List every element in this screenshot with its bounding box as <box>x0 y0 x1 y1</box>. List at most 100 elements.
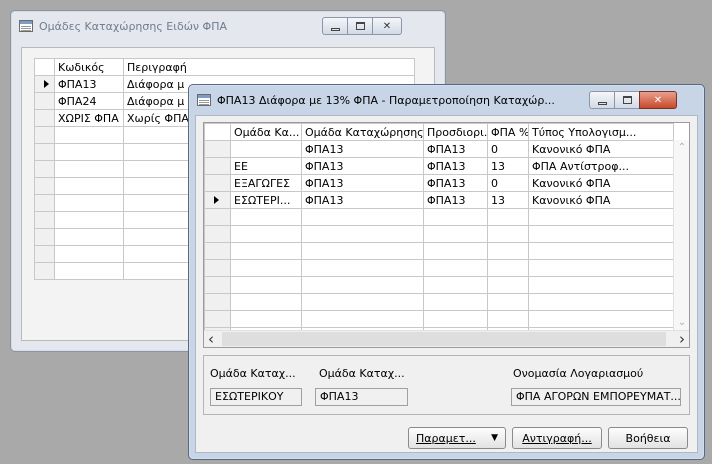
scroll-up-icon[interactable]: ⌃ <box>674 142 689 153</box>
empty-row[interactable] <box>204 208 674 226</box>
empty-row[interactable] <box>204 259 674 277</box>
horizontal-scrollbar[interactable]: ‹ › <box>204 330 689 347</box>
empty-row[interactable] <box>204 310 674 328</box>
row-selector[interactable] <box>204 225 231 243</box>
empty-cell[interactable] <box>230 293 302 311</box>
empty-cell[interactable] <box>54 177 124 195</box>
cell-product-group[interactable]: ΦΠΑ13 <box>301 157 424 175</box>
cell-vat-percent[interactable]: 13 <box>487 191 529 209</box>
row-selector[interactable] <box>34 177 55 195</box>
empty-cell[interactable] <box>487 310 529 328</box>
empty-row[interactable] <box>204 242 674 260</box>
row-selector[interactable] <box>204 242 231 260</box>
close-button[interactable]: ✕ <box>639 91 677 109</box>
maximize-button[interactable] <box>614 91 640 109</box>
row-selector[interactable] <box>34 92 55 110</box>
empty-cell[interactable] <box>301 310 424 328</box>
cell-identifier[interactable]: ΦΠΑ13 <box>423 157 488 175</box>
table-row[interactable]: ΕΕ ΦΠΑ13 ΦΠΑ13 13 ΦΠΑ Αντίστροφ... <box>204 157 674 175</box>
row-selector[interactable] <box>204 191 231 209</box>
table-row[interactable]: ΕΣΩΤΕΡΙ... ΦΠΑ13 ΦΠΑ13 13 Κανονικό ΦΠΑ <box>204 191 674 209</box>
column-header-product-group[interactable]: Ομάδα Καταχώρησης Ειδών... <box>301 123 424 141</box>
scroll-right-icon[interactable]: › <box>679 331 685 347</box>
empty-cell[interactable] <box>54 194 124 212</box>
empty-cell[interactable] <box>301 242 424 260</box>
cell-business-group[interactable] <box>230 140 302 158</box>
empty-cell[interactable] <box>487 242 529 260</box>
cell-business-group[interactable]: ΕΞΑΓΩΓΕΣ <box>230 174 302 192</box>
empty-cell[interactable] <box>54 228 124 246</box>
empty-cell[interactable] <box>230 276 302 294</box>
column-header-identifier[interactable]: Προσδιορι... <box>423 123 488 141</box>
scroll-down-icon[interactable]: ⌄ <box>674 317 689 328</box>
row-selector[interactable] <box>34 194 55 212</box>
empty-cell[interactable] <box>423 225 488 243</box>
empty-cell[interactable] <box>487 208 529 226</box>
row-selector[interactable] <box>34 228 55 246</box>
empty-cell[interactable] <box>54 126 124 144</box>
row-selector[interactable] <box>204 310 231 328</box>
cell-vat-percent[interactable]: 0 <box>487 174 529 192</box>
column-header-description[interactable]: Περιγραφή <box>123 58 415 76</box>
empty-cell[interactable] <box>487 225 529 243</box>
empty-cell[interactable] <box>301 259 424 277</box>
help-button[interactable]: Βοήθεια <box>608 427 688 449</box>
empty-cell[interactable] <box>528 225 674 243</box>
empty-cell[interactable] <box>423 242 488 260</box>
cell-identifier[interactable]: ΦΠΑ13 <box>423 174 488 192</box>
row-selector[interactable] <box>204 259 231 277</box>
empty-cell[interactable] <box>230 242 302 260</box>
cell-calculation-type[interactable]: ΦΠΑ Αντίστροφ... <box>528 157 674 175</box>
params-menu-button[interactable]: Παραμετ... ▼ <box>408 427 506 449</box>
row-selector[interactable] <box>204 208 231 226</box>
row-selector[interactable] <box>34 262 55 280</box>
cell-vat-percent[interactable]: 0 <box>487 140 529 158</box>
empty-cell[interactable] <box>528 310 674 328</box>
empty-cell[interactable] <box>528 293 674 311</box>
empty-cell[interactable] <box>54 211 124 229</box>
cell-code[interactable]: ΦΠΑ24 <box>54 92 124 110</box>
empty-cell[interactable] <box>230 310 302 328</box>
cell-calculation-type[interactable]: Κανονικό ΦΠΑ <box>528 174 674 192</box>
row-selector[interactable] <box>34 75 55 93</box>
cell-code[interactable]: ΦΠΑ13 <box>54 75 124 93</box>
empty-cell[interactable] <box>54 160 124 178</box>
cell-identifier[interactable]: ΦΠΑ13 <box>423 140 488 158</box>
cell-calculation-type[interactable]: Κανονικό ΦΠΑ <box>528 140 674 158</box>
table-row[interactable]: ΕΞΑΓΩΓΕΣ ΦΠΑ13 ΦΠΑ13 0 Κανονικό ΦΠΑ <box>204 174 674 192</box>
empty-cell[interactable] <box>487 293 529 311</box>
empty-cell[interactable] <box>301 208 424 226</box>
column-header-vat-percent[interactable]: ΦΠΑ % <box>487 123 529 141</box>
empty-cell[interactable] <box>54 262 124 280</box>
empty-cell[interactable] <box>423 310 488 328</box>
row-selector[interactable] <box>204 276 231 294</box>
cell-product-group[interactable]: ΦΠΑ13 <box>301 140 424 158</box>
cell-identifier[interactable]: ΦΠΑ13 <box>423 191 488 209</box>
column-header-business-group[interactable]: Ομάδα Κα... <box>230 123 302 141</box>
maximize-button[interactable] <box>347 17 373 35</box>
table-row[interactable]: ΦΠΑ13 ΦΠΑ13 0 Κανονικό ΦΠΑ <box>204 140 674 158</box>
empty-cell[interactable] <box>487 259 529 277</box>
empty-cell[interactable] <box>230 259 302 277</box>
vertical-scrollbar[interactable]: ⌃ ⌄ <box>673 140 689 330</box>
scroll-thumb[interactable] <box>222 332 666 346</box>
row-selector[interactable] <box>34 126 55 144</box>
empty-cell[interactable] <box>528 242 674 260</box>
cell-code[interactable]: ΧΩΡΙΣ ΦΠΑ <box>54 109 124 127</box>
row-selector[interactable] <box>204 174 231 192</box>
cell-business-group[interactable]: ΕΕ <box>230 157 302 175</box>
row-selector[interactable] <box>34 211 55 229</box>
row-selector[interactable] <box>204 157 231 175</box>
empty-cell[interactable] <box>54 143 124 161</box>
empty-cell[interactable] <box>301 225 424 243</box>
cell-calculation-type[interactable]: Κανονικό ΦΠΑ <box>528 191 674 209</box>
row-selector[interactable] <box>204 293 231 311</box>
row-selector[interactable] <box>34 160 55 178</box>
copy-button[interactable]: Αντιγραφή... <box>512 427 602 449</box>
minimize-button[interactable] <box>322 17 348 35</box>
account-name-field[interactable]: ΦΠΑ ΑΓΟΡΩΝ ΕΜΠΟΡΕΥΜΑΤ... <box>511 388 681 406</box>
empty-cell[interactable] <box>528 208 674 226</box>
empty-row[interactable] <box>204 293 674 311</box>
empty-cell[interactable] <box>301 293 424 311</box>
minimize-button[interactable] <box>589 91 615 109</box>
